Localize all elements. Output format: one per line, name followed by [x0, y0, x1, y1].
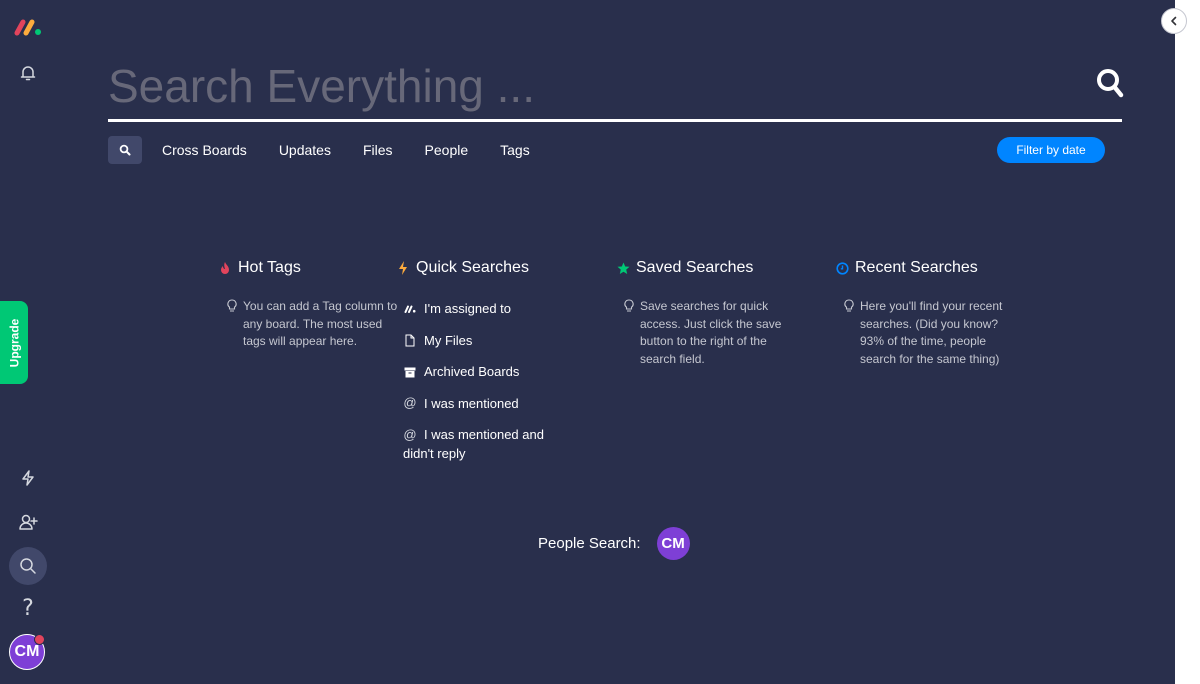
- saved-searches-heading: Saved Searches: [616, 258, 816, 278]
- right-panel-edge: [1175, 0, 1200, 684]
- quick-search-assigned[interactable]: I'm assigned to: [403, 300, 553, 319]
- quick-search-label: I was mentioned: [424, 395, 519, 411]
- hot-tags-title: Hot Tags: [238, 259, 301, 276]
- saved-searches-hint-text: Save searches for quick access. Just cli…: [640, 299, 782, 366]
- recent-searches-hint: Here you'll find your recent searches. (…: [844, 298, 1020, 368]
- user-avatar[interactable]: CM: [9, 634, 45, 670]
- lightbulb-icon: [844, 299, 854, 312]
- search-submit-icon[interactable]: [1096, 68, 1124, 100]
- upgrade-button[interactable]: Upgrade: [0, 301, 28, 384]
- file-icon: [403, 332, 417, 350]
- tab-search-all[interactable]: [108, 136, 142, 164]
- search-icon[interactable]: [9, 547, 47, 585]
- quick-search-label: My Files: [424, 332, 473, 348]
- recent-searches-title: Recent Searches: [855, 259, 978, 276]
- saved-searches-section: Saved Searches Save searches for quick a…: [616, 258, 816, 368]
- tab-tags[interactable]: Tags: [500, 142, 530, 158]
- quick-search-mentioned[interactable]: @ I was mentioned: [403, 395, 553, 414]
- monday-logo-icon[interactable]: [14, 18, 42, 36]
- archive-icon: [403, 363, 417, 381]
- person-avatar[interactable]: CM: [656, 527, 690, 560]
- lightning-icon: [396, 261, 410, 275]
- notifications-bell-icon[interactable]: [9, 54, 47, 92]
- people-search-label: People Search:: [538, 535, 641, 552]
- saved-searches-hint: Save searches for quick access. Just cli…: [624, 298, 800, 368]
- lightbulb-icon: [624, 299, 634, 312]
- tab-cross-boards[interactable]: Cross Boards: [162, 142, 247, 158]
- filter-by-date-button[interactable]: Filter by date: [997, 137, 1105, 163]
- search-icon: [119, 144, 131, 156]
- quick-searches-heading: Quick Searches: [396, 258, 596, 278]
- quick-search-my-files[interactable]: My Files: [403, 332, 553, 351]
- collapse-chevron-left-icon[interactable]: [1161, 8, 1187, 34]
- at-icon: @: [403, 395, 417, 411]
- recent-searches-section: Recent Searches Here you'll find your re…: [835, 258, 1035, 368]
- quick-searches-title: Quick Searches: [416, 259, 529, 276]
- help-icon[interactable]: ?: [9, 589, 47, 627]
- clock-icon: [835, 261, 849, 275]
- lightning-icon[interactable]: [9, 459, 47, 497]
- people-search: People Search: CM: [538, 527, 690, 560]
- hot-tags-hint-text: You can add a Tag column to any board. T…: [243, 299, 398, 348]
- invite-user-icon[interactable]: [9, 503, 47, 541]
- upgrade-label: Upgrade: [7, 318, 21, 367]
- tab-updates[interactable]: Updates: [279, 142, 331, 158]
- quick-search-archived-boards[interactable]: Archived Boards: [403, 363, 553, 382]
- search-tabs: Cross Boards Updates Files People Tags: [108, 136, 562, 164]
- notification-dot: [34, 634, 45, 645]
- avatar-initials: CM: [14, 643, 40, 660]
- quick-search-label: Archived Boards: [424, 364, 520, 379]
- hot-tags-section: Hot Tags You can add a Tag column to any…: [218, 258, 418, 351]
- monday-logo-icon: [403, 300, 417, 318]
- recent-searches-heading: Recent Searches: [835, 258, 1035, 278]
- quick-search-label: I'm assigned to: [424, 301, 512, 316]
- quick-search-label: I was mentioned and didn't reply: [403, 427, 544, 461]
- quick-search-mentioned-no-reply[interactable]: @ I was mentioned and didn't reply: [403, 426, 553, 463]
- quick-searches-section: Quick Searches I'm assigned to My Files …: [396, 258, 596, 463]
- search-underline: [108, 119, 1122, 122]
- tab-files[interactable]: Files: [363, 142, 393, 158]
- at-icon: @: [403, 426, 417, 442]
- recent-searches-hint-text: Here you'll find your recent searches. (…: [860, 299, 1003, 366]
- hot-tags-hint: You can add a Tag column to any board. T…: [227, 298, 403, 351]
- quick-searches-list: I'm assigned to My Files Archived Boards…: [403, 300, 553, 463]
- hot-tags-heading: Hot Tags: [218, 258, 418, 278]
- tab-people[interactable]: People: [425, 142, 469, 158]
- search-everything-input[interactable]: [108, 56, 1088, 116]
- lightbulb-icon: [227, 299, 237, 312]
- star-icon: [616, 261, 630, 275]
- avatar-initials: CM: [661, 535, 685, 552]
- fire-icon: [218, 261, 232, 275]
- saved-searches-title: Saved Searches: [636, 259, 754, 276]
